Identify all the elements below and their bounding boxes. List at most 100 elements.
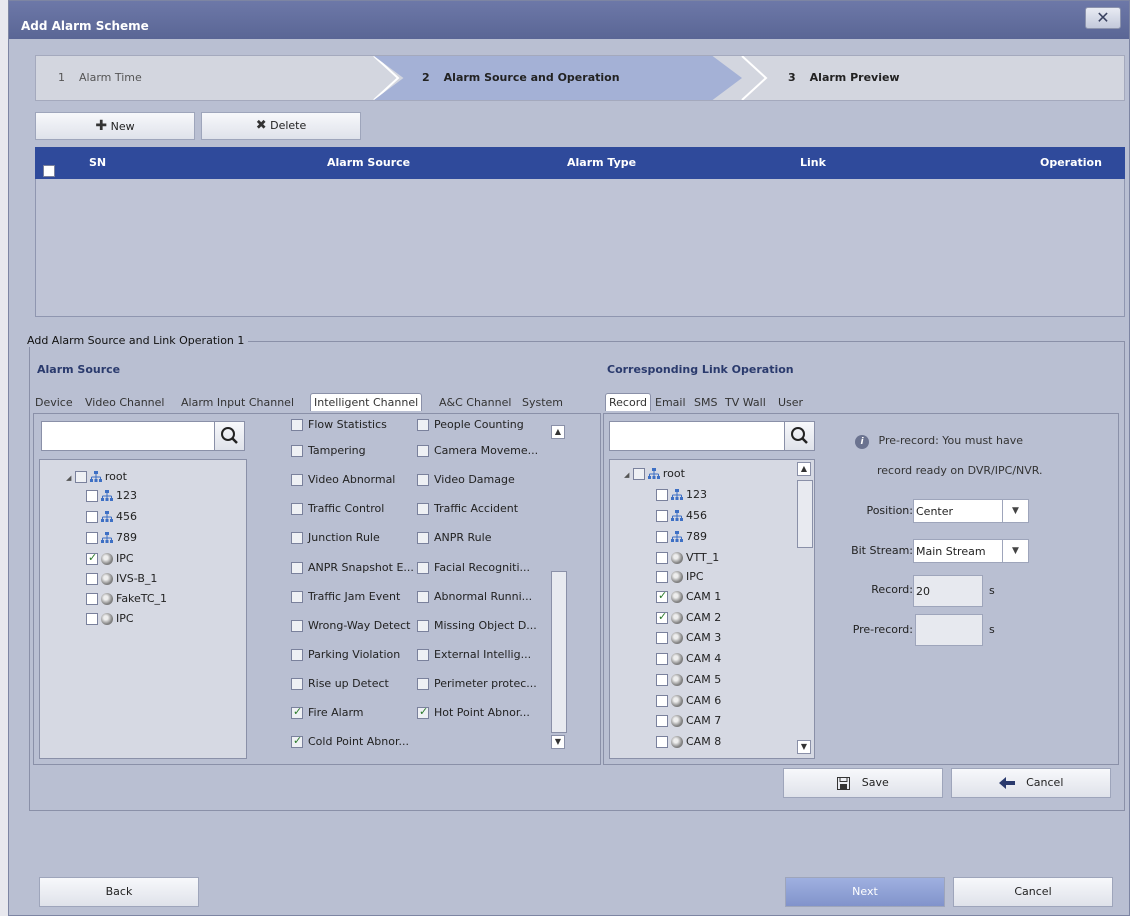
tree-node[interactable]: CAM 1 (656, 589, 721, 603)
type-checkbox[interactable] (291, 562, 303, 574)
back-button[interactable]: Back (39, 877, 199, 907)
tree-node[interactable]: CAM 5 (656, 673, 721, 686)
tree-checkbox[interactable] (86, 511, 98, 523)
alarm-type-item[interactable]: Rise up Detect (291, 677, 389, 690)
tree-checkbox[interactable] (86, 532, 98, 544)
type-checkbox[interactable] (291, 445, 303, 457)
type-checkbox[interactable] (291, 474, 303, 486)
cancel-button[interactable]: Cancel (953, 877, 1113, 907)
alarm-type-item[interactable]: Video Abnormal (291, 473, 395, 486)
search-button[interactable] (784, 422, 814, 450)
type-checkbox[interactable] (291, 734, 303, 748)
delete-button[interactable]: ✖ Delete (201, 112, 361, 140)
tree-node-root[interactable]: ◢ root (66, 470, 127, 483)
record-input[interactable]: 20 (913, 575, 983, 607)
tab-alarm-input-channel[interactable]: Alarm Input Channel (181, 396, 294, 409)
tab-video-channel[interactable]: Video Channel (85, 396, 164, 409)
alarm-type-item[interactable]: ANPR Rule (417, 531, 491, 544)
scroll-up-icon[interactable]: ▲ (551, 425, 565, 439)
tree-checkbox[interactable] (86, 490, 98, 502)
scroll-up-icon[interactable]: ▲ (797, 462, 811, 476)
tab-device[interactable]: Device (35, 396, 73, 409)
type-checkbox[interactable] (291, 649, 303, 661)
tab-user[interactable]: User (778, 396, 803, 409)
tree-node[interactable]: CAM 2 (656, 610, 721, 624)
type-checkbox[interactable] (417, 503, 429, 515)
tab-intelligent-channel[interactable]: Intelligent Channel (310, 393, 423, 411)
tree-node-root[interactable]: ◢ root (624, 467, 685, 480)
tab-record[interactable]: Record (605, 393, 652, 411)
tree-checkbox[interactable] (656, 489, 668, 501)
chevron-down-icon[interactable]: ▼ (1002, 500, 1028, 522)
alarm-type-item[interactable]: Camera Moveme... (417, 444, 538, 457)
prerecord-input[interactable] (915, 614, 983, 646)
tree-checkbox[interactable] (74, 471, 87, 483)
type-checkbox[interactable] (417, 532, 429, 544)
type-checkbox[interactable] (291, 705, 303, 719)
tree-checkbox[interactable] (656, 715, 668, 727)
close-icon[interactable]: ✕ (1096, 8, 1109, 27)
tree-node[interactable]: 789 (86, 531, 137, 544)
alarm-type-item[interactable]: ANPR Snapshot E... (291, 561, 414, 574)
type-checkbox[interactable] (417, 562, 429, 574)
type-checkbox[interactable] (417, 474, 429, 486)
type-checkbox[interactable] (291, 678, 303, 690)
close-button[interactable]: ✕ (1085, 7, 1121, 29)
tree-node[interactable]: 789 (656, 530, 707, 543)
tree-node[interactable]: CAM 6 (656, 694, 721, 707)
alarm-type-item[interactable]: Flow Statistics (291, 418, 387, 431)
tree-checkbox[interactable] (656, 695, 668, 707)
tree-checkbox[interactable] (86, 551, 98, 565)
alarm-type-item[interactable]: Abnormal Runni... (417, 590, 532, 603)
tab-email[interactable]: Email (655, 396, 686, 409)
alarm-type-item[interactable]: External Intellig... (417, 648, 531, 661)
alarm-type-item[interactable]: Missing Object D... (417, 619, 537, 632)
type-checkbox[interactable] (417, 419, 429, 431)
tree-node[interactable]: FakeTC_1 (86, 592, 167, 605)
tree-checkbox[interactable] (656, 552, 668, 564)
type-checkbox[interactable] (291, 532, 303, 544)
tree-node[interactable]: CAM 7 (656, 714, 721, 727)
tab-sms[interactable]: SMS (694, 396, 717, 409)
alarm-type-item[interactable]: People Counting (417, 418, 524, 431)
tree-checkbox[interactable] (656, 571, 668, 583)
link-tree-scrollbar[interactable]: ▲ ▼ (796, 460, 814, 758)
type-checkbox[interactable] (417, 620, 429, 632)
tree-checkbox[interactable] (656, 736, 668, 748)
save-button[interactable]: Save (783, 768, 943, 798)
tab-tv-wall[interactable]: TV Wall (725, 396, 766, 409)
tree-checkbox[interactable] (656, 632, 668, 644)
bitstream-select[interactable]: Main Stream ▼ (913, 539, 1029, 563)
tree-node[interactable]: CAM 3 (656, 631, 721, 644)
scroll-thumb[interactable] (797, 480, 813, 548)
tree-checkbox[interactable] (656, 674, 668, 686)
link-search-input[interactable] (609, 421, 815, 451)
scroll-down-icon[interactable]: ▼ (797, 740, 811, 754)
type-checkbox[interactable] (417, 678, 429, 690)
tree-checkbox[interactable] (632, 468, 645, 480)
tree-node[interactable]: VTT_1 (656, 551, 719, 564)
alarm-type-item[interactable]: Traffic Control (291, 502, 384, 515)
source-search-input[interactable] (41, 421, 245, 451)
tree-node[interactable]: CAM 8 (656, 735, 721, 748)
position-select[interactable]: Center ▼ (913, 499, 1029, 523)
alarm-type-item[interactable]: Traffic Accident (417, 502, 518, 515)
tree-checkbox[interactable] (656, 531, 668, 543)
tree-checkbox[interactable] (656, 589, 668, 603)
alarm-type-item[interactable]: Parking Violation (291, 648, 400, 661)
alarm-type-scrollbar[interactable]: ▲ ▼ (549, 421, 567, 753)
type-checkbox[interactable] (417, 705, 429, 719)
chevron-down-icon[interactable]: ▼ (1002, 540, 1028, 562)
alarm-type-item[interactable]: Tampering (291, 444, 366, 457)
type-checkbox[interactable] (291, 503, 303, 515)
next-button[interactable]: Next (785, 877, 945, 907)
tree-node[interactable]: IVS-B_1 (86, 572, 157, 585)
tree-node[interactable]: 456 (656, 509, 707, 522)
tree-node[interactable]: IPC (86, 612, 134, 625)
search-button[interactable] (214, 422, 244, 450)
alarm-type-item[interactable]: Junction Rule (291, 531, 380, 544)
tree-node[interactable]: CAM 4 (656, 652, 721, 665)
type-checkbox[interactable] (291, 419, 303, 431)
alarm-type-item[interactable]: Facial Recogniti... (417, 561, 530, 574)
scroll-down-icon[interactable]: ▼ (551, 735, 565, 749)
